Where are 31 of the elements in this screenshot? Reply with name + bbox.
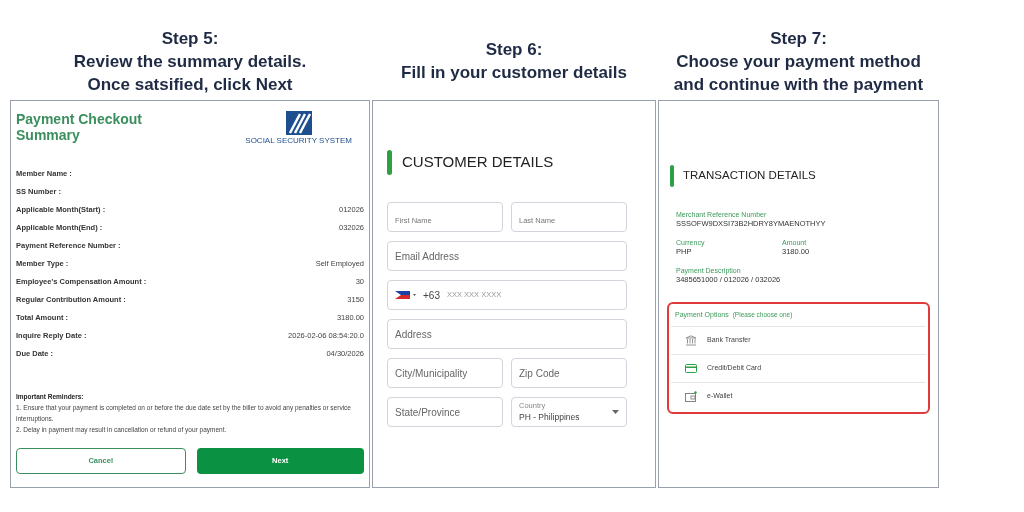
text-field[interactable]: Email Address: [387, 241, 627, 271]
accent-bar: [670, 165, 674, 187]
flag-dropdown-icon: [395, 291, 417, 299]
step-caption: Fill in your customer details: [401, 62, 627, 84]
field-placeholder: Email Address: [395, 249, 459, 264]
step-caption: Review the summary details.: [73, 50, 307, 73]
card-icon: [685, 364, 697, 373]
select-value: PH - Philippines: [519, 411, 580, 424]
step-title: Step 5:: [161, 27, 219, 50]
country-code: +63: [423, 288, 440, 303]
text-field[interactable]: Zip Code: [511, 358, 627, 388]
wallet-icon: [685, 391, 697, 402]
summary-title: Payment Checkout Summary: [16, 111, 144, 143]
field-placeholder: City/Municipality: [395, 366, 468, 381]
caret-icon: [612, 410, 619, 414]
field-placeholder: Address: [395, 327, 432, 342]
text-field[interactable]: Address: [387, 319, 627, 349]
step-title: Step 7:: [770, 27, 827, 50]
step-caption: Choose your payment method: [676, 50, 921, 73]
text-field[interactable]: City/Municipality: [387, 358, 503, 388]
field-placeholder: Zip Code: [519, 366, 560, 381]
step-title: Step 6:: [485, 39, 543, 61]
section-heading: CUSTOMER DETAILS: [402, 152, 554, 173]
logo-drawing: SOCIAL SECURITY SYSTEM: [245, 111, 352, 145]
bank-icon: [685, 335, 697, 346]
step-caption: Once satsified, click Next: [87, 73, 293, 96]
step-caption: and continue with the payment: [673, 73, 924, 96]
field-placeholder: State/Province: [395, 405, 461, 420]
section-heading: TRANSACTION DETAILS: [683, 168, 816, 184]
text-field[interactable]: State/Province: [387, 397, 503, 427]
accent-bar: [387, 150, 392, 175]
